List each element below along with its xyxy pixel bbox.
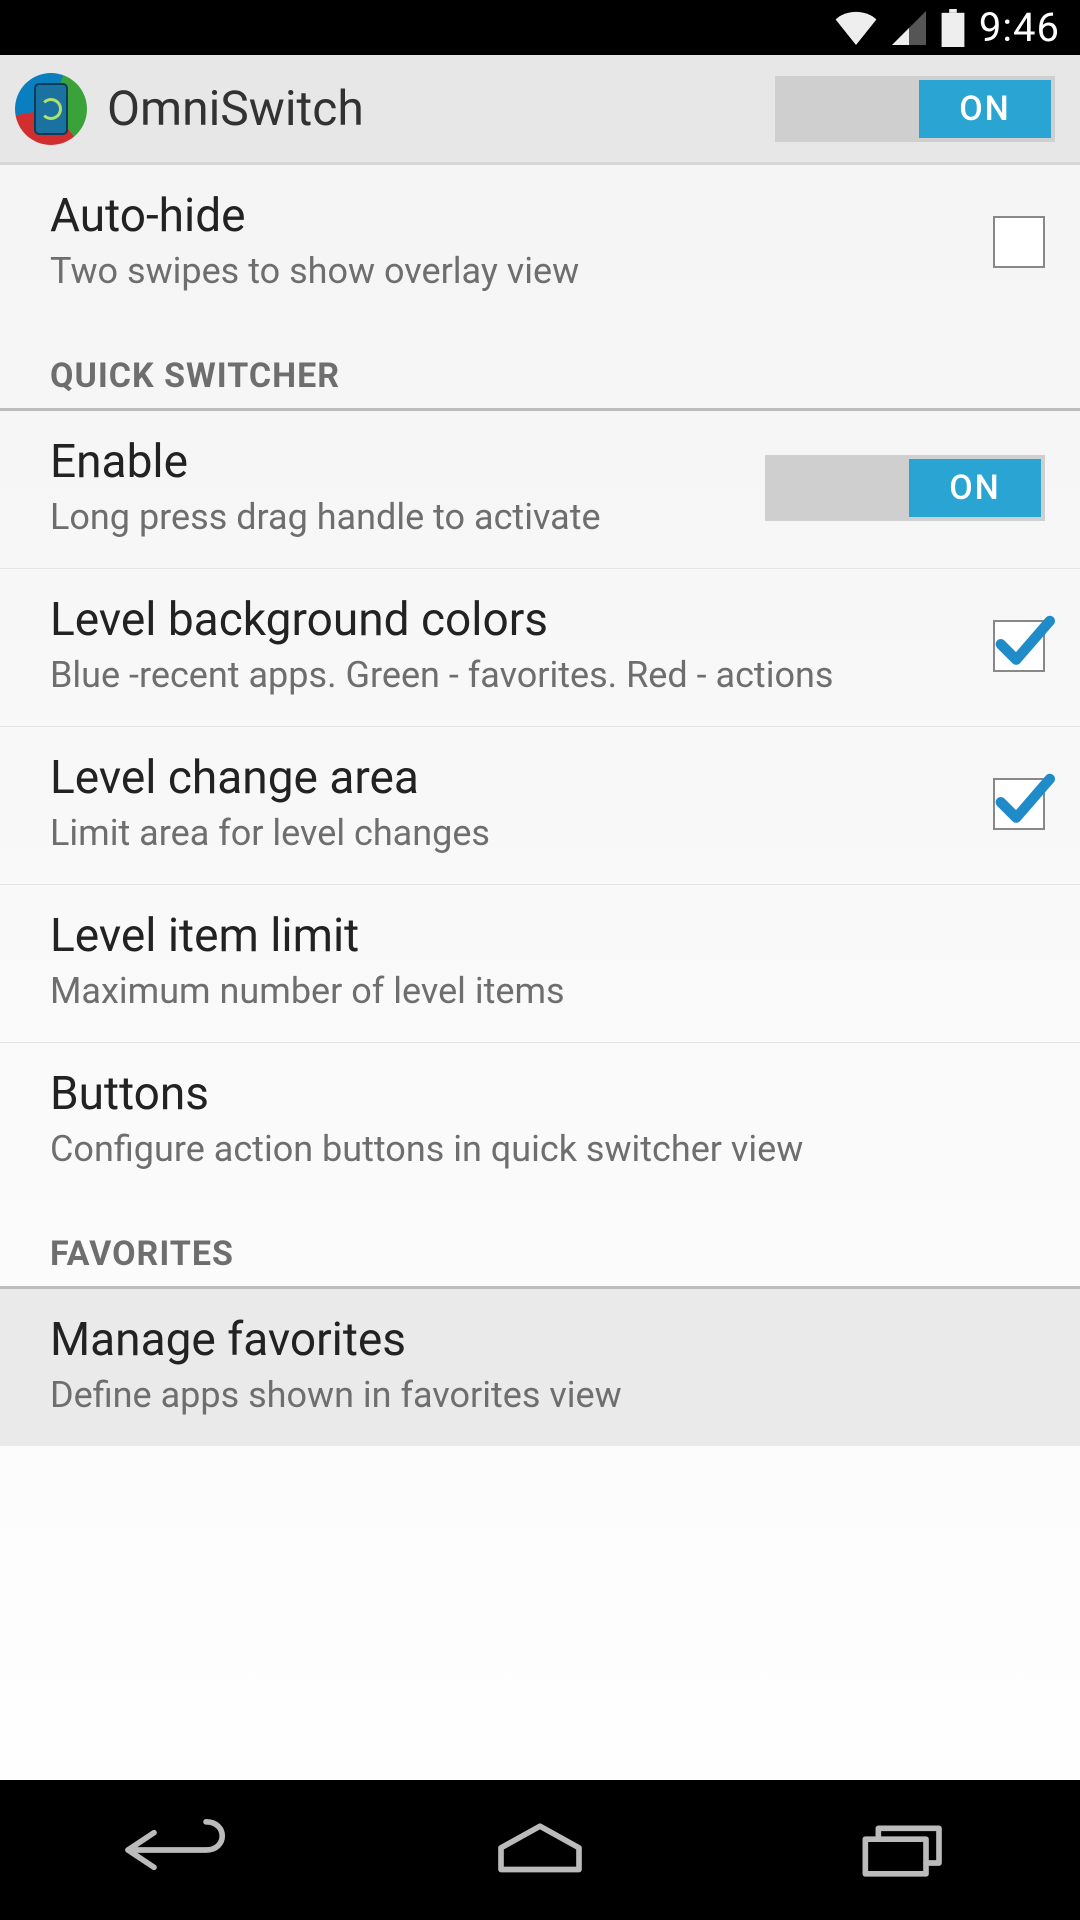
setting-subtitle: Define apps shown in favorites view (50, 1373, 1045, 1418)
setting-level-bg-colors[interactable]: Level background colors Blue -recent app… (0, 569, 1080, 727)
clock: 9:46 (979, 4, 1060, 51)
app-icon (15, 73, 87, 145)
master-switch[interactable]: ON (775, 76, 1055, 142)
setting-level-item-limit[interactable]: Level item limit Maximum number of level… (0, 885, 1080, 1043)
app-content: OmniSwitch ON Auto-hide Two swipes to sh… (0, 55, 1080, 1780)
setting-title: Level background colors (50, 593, 963, 647)
home-button[interactable] (475, 1815, 605, 1885)
check-icon (993, 766, 1055, 828)
setting-title: Level item limit (50, 909, 1045, 963)
back-button[interactable] (115, 1815, 245, 1885)
settings-list: Auto-hide Two swipes to show overlay vie… (0, 165, 1080, 1446)
action-bar: OmniSwitch ON (0, 55, 1080, 165)
setting-enable[interactable]: Enable Long press drag handle to activat… (0, 411, 1080, 569)
recent-apps-button[interactable] (835, 1815, 965, 1885)
setting-title: Level change area (50, 751, 963, 805)
checkbox[interactable] (993, 778, 1045, 830)
wifi-icon (835, 11, 877, 45)
setting-subtitle: Limit area for level changes (50, 811, 963, 856)
setting-title: Manage favorites (50, 1313, 1045, 1367)
section-quick-switcher: QUICK SWITCHER (0, 322, 1080, 411)
setting-auto-hide[interactable]: Auto-hide Two swipes to show overlay vie… (0, 165, 1080, 322)
checkbox[interactable] (993, 216, 1045, 268)
setting-subtitle: Long press drag handle to activate (50, 495, 735, 540)
check-icon (993, 608, 1055, 670)
switch-thumb-label: ON (919, 80, 1051, 138)
setting-subtitle: Configure action buttons in quick switch… (50, 1127, 1045, 1172)
battery-icon (941, 9, 965, 47)
setting-title: Enable (50, 435, 735, 489)
setting-level-change-area[interactable]: Level change area Limit area for level c… (0, 727, 1080, 885)
app-title: OmniSwitch (107, 80, 755, 137)
status-bar: 9:46 (0, 0, 1080, 55)
setting-title: Buttons (50, 1067, 1045, 1121)
setting-buttons[interactable]: Buttons Configure action buttons in quic… (0, 1043, 1080, 1200)
cell-signal-icon (891, 11, 927, 45)
setting-subtitle: Two swipes to show overlay view (50, 249, 963, 294)
enable-switch[interactable]: ON (765, 455, 1045, 521)
setting-manage-favorites[interactable]: Manage favorites Define apps shown in fa… (0, 1289, 1080, 1446)
setting-subtitle: Blue -recent apps. Green - favorites. Re… (50, 653, 963, 698)
switch-thumb-label: ON (909, 459, 1041, 517)
setting-subtitle: Maximum number of level items (50, 969, 1045, 1014)
navigation-bar (0, 1780, 1080, 1920)
section-favorites: FAVORITES (0, 1200, 1080, 1289)
setting-title: Auto-hide (50, 189, 963, 243)
checkbox[interactable] (993, 620, 1045, 672)
